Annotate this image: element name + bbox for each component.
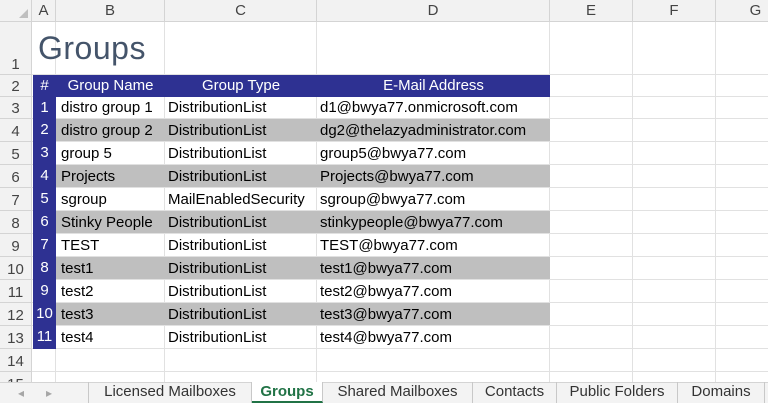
row-number-cell[interactable]: 4 xyxy=(33,165,56,187)
email-cell[interactable]: sgroup@bwya77.com xyxy=(320,189,465,211)
tab-shared-mailboxes[interactable]: Shared Mailboxes xyxy=(323,382,473,403)
row-header-3[interactable]: 3 xyxy=(0,97,32,119)
group-name-cell[interactable]: test3 xyxy=(61,304,94,326)
group-name-cell[interactable]: sgroup xyxy=(61,189,107,211)
group-type-cell[interactable]: DistributionList xyxy=(168,166,266,188)
row-header-4[interactable]: 4 xyxy=(0,119,32,142)
tab-domains[interactable]: Domains xyxy=(678,382,765,403)
email-cell[interactable]: Projects@bwya77.com xyxy=(320,166,474,188)
email-cell[interactable]: group5@bwya77.com xyxy=(320,143,466,165)
email-cell[interactable]: dg2@thelazyadministrator.com xyxy=(320,120,526,142)
group-type-cell[interactable]: DistributionList xyxy=(168,304,266,326)
group-name-cell[interactable]: test4 xyxy=(61,327,94,349)
tab-public-folders[interactable]: Public Folders xyxy=(557,382,678,403)
table-header-number[interactable]: # xyxy=(33,75,56,97)
row-header-14[interactable]: 14 xyxy=(0,349,32,372)
group-name-cell[interactable]: group 5 xyxy=(61,143,112,165)
row-header-6[interactable]: 6 xyxy=(0,165,32,188)
row-header-15[interactable]: 15 xyxy=(0,372,32,382)
table-row-band xyxy=(56,303,550,325)
email-cell[interactable]: TEST@bwya77.com xyxy=(320,235,458,257)
row-number-cell[interactable]: 11 xyxy=(33,326,56,348)
group-name-cell[interactable]: distro group 1 xyxy=(61,97,153,119)
column-header-f[interactable]: F xyxy=(633,0,716,22)
group-type-cell[interactable]: DistributionList xyxy=(168,258,266,280)
row-header-1[interactable]: 1 xyxy=(0,22,32,75)
group-type-cell[interactable]: DistributionList xyxy=(168,212,266,234)
email-cell[interactable]: test1@bwya77.com xyxy=(320,258,452,280)
email-cell[interactable]: stinkypeople@bwya77.com xyxy=(320,212,503,234)
gridline xyxy=(715,22,716,382)
email-cell[interactable]: test3@bwya77.com xyxy=(320,304,452,326)
group-name-cell[interactable]: TEST xyxy=(61,235,99,257)
tab-groups[interactable]: Groups xyxy=(252,382,323,403)
column-header-c[interactable]: C xyxy=(165,0,317,22)
gridline xyxy=(32,371,768,372)
group-name-cell[interactable]: Stinky People xyxy=(61,212,153,234)
group-name-cell[interactable]: Projects xyxy=(61,166,115,188)
row-header-10[interactable]: 10 xyxy=(0,257,32,280)
column-header-b[interactable]: B xyxy=(56,0,165,22)
group-type-cell[interactable]: DistributionList xyxy=(168,120,266,142)
row-number-cell[interactable]: 10 xyxy=(33,303,56,325)
row-header-7[interactable]: 7 xyxy=(0,188,32,211)
group-type-cell[interactable]: DistributionList xyxy=(168,143,266,165)
group-name-cell[interactable]: distro group 2 xyxy=(61,120,153,142)
tab-contacts[interactable]: Contacts xyxy=(473,382,557,403)
row-number-cell[interactable]: 9 xyxy=(33,280,56,302)
group-type-cell[interactable]: DistributionList xyxy=(168,235,266,257)
select-all-corner[interactable] xyxy=(0,0,32,22)
row-number-cell[interactable]: 1 xyxy=(33,97,56,119)
spreadsheet-grid[interactable]: A B C D E F G 1 2 3 4 5 6 7 8 9 10 11 12… xyxy=(0,0,768,382)
row-header-9[interactable]: 9 xyxy=(0,234,32,257)
row-number-cell[interactable]: 3 xyxy=(33,142,56,164)
table-row-band xyxy=(56,257,550,279)
row-header-2[interactable]: 2 xyxy=(0,75,32,97)
tab-licensed-mailboxes[interactable]: Licensed Mailboxes xyxy=(88,382,252,403)
group-type-cell[interactable]: DistributionList xyxy=(168,281,266,303)
email-cell[interactable]: test2@bwya77.com xyxy=(320,281,452,303)
sheet-title[interactable]: Groups xyxy=(38,30,146,67)
row-header-12[interactable]: 12 xyxy=(0,303,32,326)
group-type-cell[interactable]: DistributionList xyxy=(168,327,266,349)
row-header-11[interactable]: 11 xyxy=(0,280,32,303)
table-row-band xyxy=(56,165,550,187)
email-cell[interactable]: test4@bwya77.com xyxy=(320,327,452,349)
group-name-cell[interactable]: test2 xyxy=(61,281,94,303)
group-type-cell[interactable]: MailEnabledSecurity xyxy=(168,189,305,211)
column-header-e[interactable]: E xyxy=(550,0,633,22)
table-header-group-name[interactable]: Group Name xyxy=(56,75,165,97)
group-name-cell[interactable]: test1 xyxy=(61,258,94,280)
table-header-group-type[interactable]: Group Type xyxy=(165,75,317,97)
column-header-d[interactable]: D xyxy=(317,0,550,22)
row-header-5[interactable]: 5 xyxy=(0,142,32,165)
row-number-cell[interactable]: 5 xyxy=(33,188,56,210)
table-header-email[interactable]: E-Mail Address xyxy=(317,75,550,97)
gridline xyxy=(632,22,633,382)
row-header-13[interactable]: 13 xyxy=(0,326,32,349)
row-header-8[interactable]: 8 xyxy=(0,211,32,234)
column-header-g[interactable]: G xyxy=(716,0,768,22)
row-number-cell[interactable]: 7 xyxy=(33,234,56,256)
row-number-cell[interactable]: 6 xyxy=(33,211,56,233)
email-cell[interactable]: d1@bwya77.onmicrosoft.com xyxy=(320,97,518,119)
row-number-cell[interactable]: 8 xyxy=(33,257,56,279)
column-header-a[interactable]: A xyxy=(32,0,56,22)
select-all-triangle-icon xyxy=(19,9,28,18)
row-number-cell[interactable]: 2 xyxy=(33,119,56,141)
scroll-tabs-right-icon[interactable]: ▸ xyxy=(46,383,52,403)
scroll-tabs-left-icon[interactable]: ◂ xyxy=(18,383,24,403)
group-type-cell[interactable]: DistributionList xyxy=(168,97,266,119)
